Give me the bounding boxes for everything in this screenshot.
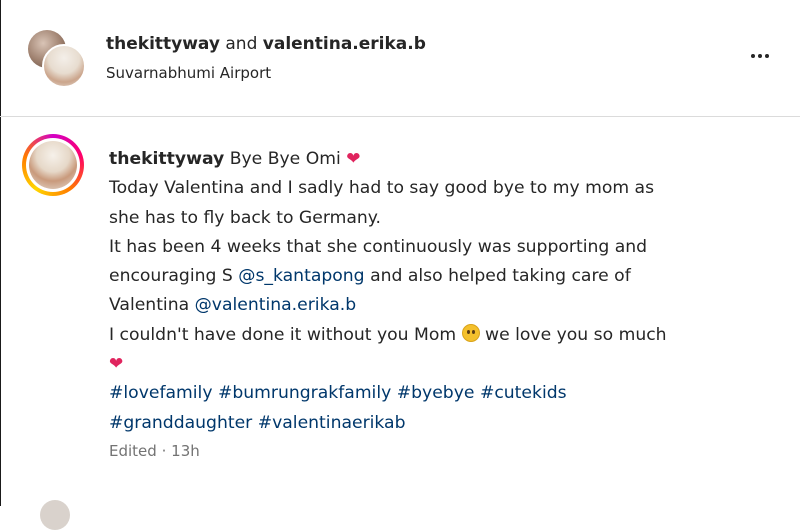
author-link-valentina[interactable]: valentina.erika.b [263,34,426,54]
hashtag-link[interactable]: #valentinaerikab [258,413,406,433]
caption-line-6: Valentina @valentina.erika.b [109,291,789,320]
hashtag-line-2: #granddaughter #valentinaerikab [109,409,789,438]
post-meta: Edited · 13h [109,442,200,460]
caption-line-8: ❤ [109,350,789,379]
caption-username[interactable]: thekittyway [109,149,224,169]
and-text: and [225,34,258,54]
location-link[interactable]: Suvarnabhumi Airport [106,64,271,82]
mention-link-s-kantapong[interactable]: @s_kantapong [238,266,364,286]
caption-line-5: encouraging S @s_kantapong and also help… [109,262,789,291]
author-link-thekittyway[interactable]: thekittyway [106,34,220,54]
hashtag-link[interactable]: #cutekids [480,383,567,403]
caption-line-7: I couldn't have done it without you Mom … [109,321,789,350]
next-comment-avatar[interactable] [40,500,70,530]
red-heart-icon: ❤ [109,354,124,375]
caption-text-segment: I couldn't have done it without you Mom [109,324,457,345]
more-horizontal-icon [750,54,771,58]
post-caption: thekittyway Bye Bye Omi ❤ Today Valentin… [0,117,800,477]
hashtag-link[interactable]: #granddaughter [109,413,252,433]
edited-label: Edited [109,442,157,460]
caption-text-segment: Bye Bye Omi [229,149,341,169]
caption-text: thekittyway Bye Bye Omi ❤ Today Valentin… [109,145,789,438]
hashtag-link[interactable]: #byebye [397,383,475,403]
hashtag-link[interactable]: #lovefamily [109,383,213,403]
post-header: thekittyway and valentina.erika.b Suvarn… [0,0,800,116]
mention-link-valentina[interactable]: @valentina.erika.b [195,295,357,315]
meta-separator: · [161,442,167,460]
caption-text-segment: Valentina [109,295,190,316]
pleading-face-emoji-icon [461,323,480,342]
caption-line-1: thekittyway Bye Bye Omi ❤ [109,145,789,174]
caption-text-segment: and also helped taking care of [370,266,631,287]
hashtag-link[interactable]: #bumrungrakfamily [218,383,391,403]
caption-line-3: she has to fly back to Germany. [109,207,381,228]
caption-line-4: It has been 4 weeks that she continuousl… [109,236,648,257]
post-authors: thekittyway and valentina.erika.b [106,34,426,54]
more-options-button[interactable] [744,44,776,68]
caption-text-segment: we love you so much [485,324,667,345]
post-timestamp[interactable]: 13h [171,442,200,460]
caption-text-segment: encouraging S [109,266,233,287]
caption-line-2: Today Valentina and I sadly had to say g… [109,178,655,199]
caption-avatar[interactable] [29,141,77,189]
red-heart-icon: ❤ [346,149,361,169]
avatar-valentina[interactable] [42,44,86,88]
collab-avatars[interactable] [28,30,86,88]
hashtag-line-1: #lovefamily #bumrungrakfamily #byebye #c… [109,379,789,408]
caption-avatar-story-ring[interactable] [22,134,84,196]
